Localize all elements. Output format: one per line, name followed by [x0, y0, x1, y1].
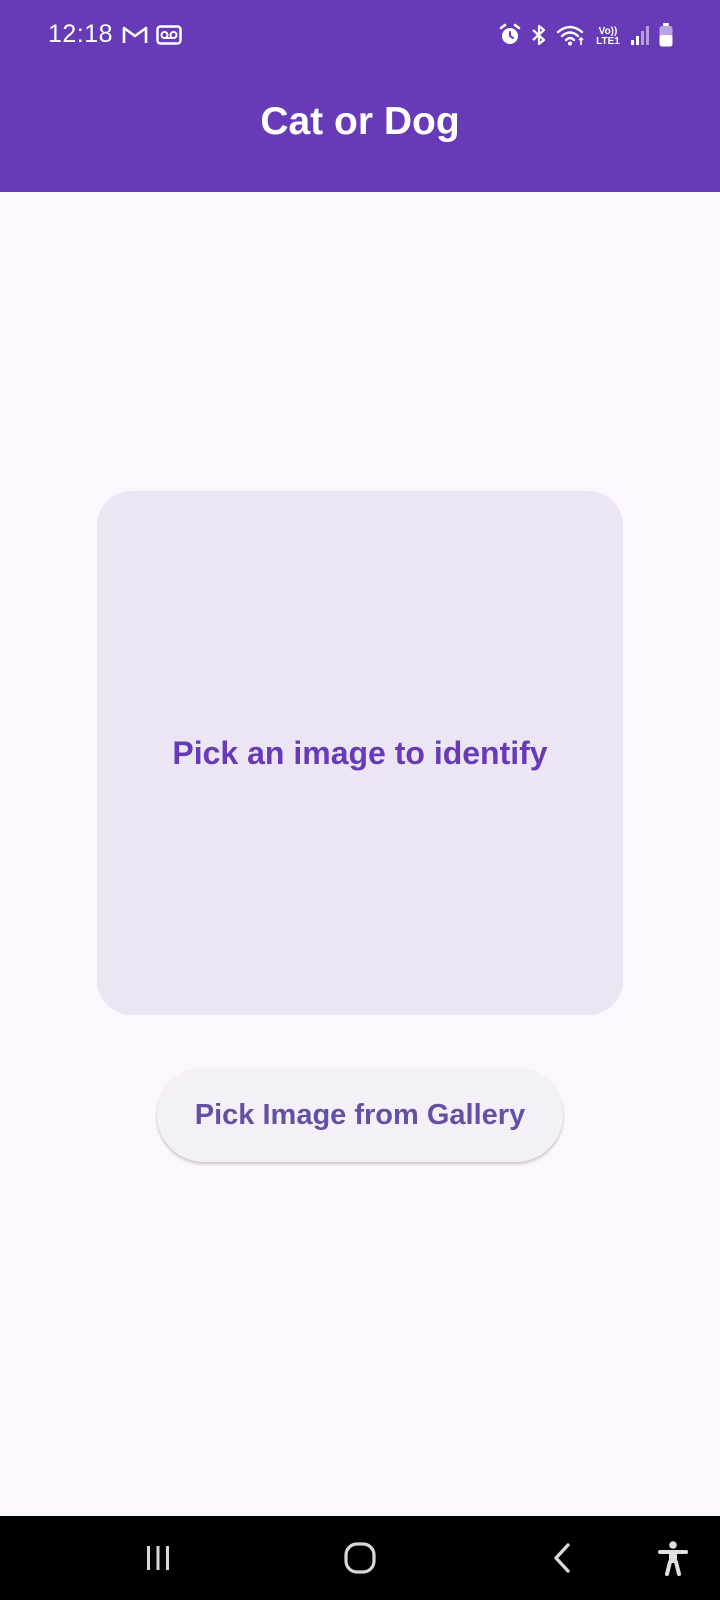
- image-preview-area: Pick an image to identify: [97, 491, 623, 1015]
- status-bar: 12:18 Vo)) LTE1: [0, 0, 720, 72]
- app-bar: 12:18 Vo)) LTE1 Cat or Dog: [0, 0, 720, 192]
- navigation-bar: [0, 1516, 720, 1600]
- status-right-icons: Vo)) LTE1: [498, 22, 674, 52]
- status-time: 12:18: [48, 20, 114, 48]
- bluetooth-icon: [530, 23, 548, 52]
- placeholder-text: Pick an image to identify: [172, 734, 548, 771]
- gmail-icon: [122, 25, 148, 50]
- home-icon[interactable]: [320, 1516, 400, 1600]
- accessibility-icon[interactable]: [633, 1516, 713, 1600]
- battery-icon: [658, 22, 674, 53]
- alarm-icon: [498, 23, 522, 52]
- pick-image-button[interactable]: Pick Image from Gallery: [157, 1068, 563, 1162]
- signal-icon: [630, 24, 650, 51]
- wifi-icon: [556, 23, 586, 52]
- recents-icon[interactable]: [118, 1516, 198, 1600]
- page-title: Cat or Dog: [260, 100, 460, 143]
- status-left-icons: [122, 24, 182, 50]
- volte-icon: Vo)) LTE1: [594, 27, 622, 47]
- voicemail-icon: [156, 24, 182, 50]
- network-label: LTE1: [596, 36, 620, 47]
- back-icon[interactable]: [522, 1516, 602, 1600]
